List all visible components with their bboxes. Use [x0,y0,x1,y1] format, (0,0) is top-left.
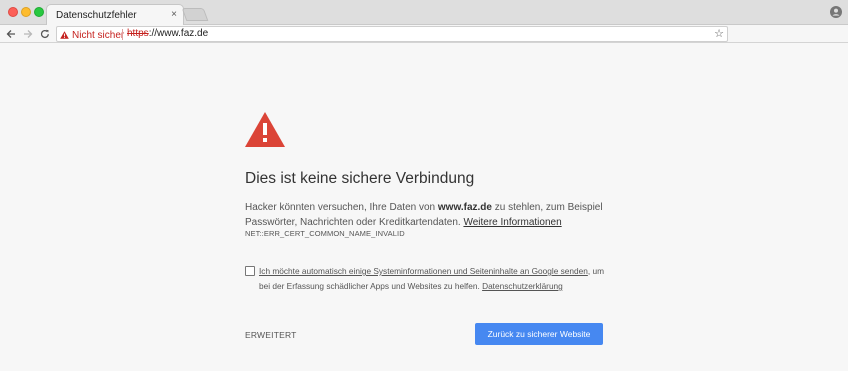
report-checkbox[interactable] [245,266,255,276]
minimize-window-button[interactable] [21,7,31,17]
new-tab-button[interactable] [181,8,209,21]
error-code: NET::ERR_CERT_COMMON_NAME_INVALID [245,229,405,238]
security-indicator[interactable]: Nicht sicher [60,29,124,41]
learn-more-link[interactable]: Weitere Informationen [463,217,561,228]
interstitial-page: Dies ist keine sichere Verbindung Hacker… [0,44,848,371]
arrow-right-icon [24,30,33,38]
toolbar: Nicht sicher https://www.faz.de ☆ [0,25,848,43]
tab-active[interactable]: Datenschutzfehler × [46,4,184,26]
arrow-left-icon [6,30,15,38]
warning-triangle-icon [245,112,285,147]
back-to-safety-button[interactable]: Zurück zu sicherer Website [475,323,603,345]
profile-icon[interactable] [830,6,842,18]
bookmark-star-icon[interactable]: ☆ [714,27,724,40]
back-button[interactable] [4,27,18,41]
reload-icon [40,29,49,39]
url-scheme: https [127,28,149,39]
omnibox-separator [122,29,123,40]
security-label: Nicht sicher [72,29,125,41]
explanation-pre: Hacker könnten versuchen, Ihre Daten von [245,202,438,213]
address-bar[interactable]: Nicht sicher https://www.faz.de ☆ [56,26,728,42]
tab-title: Datenschutzfehler [56,10,137,21]
advanced-button[interactable]: ERWEITERT [245,330,297,340]
forward-button[interactable] [21,27,35,41]
explanation-domain: www.faz.de [437,202,492,213]
privacy-policy-link[interactable]: Datenschutzerklärung [482,281,563,291]
close-window-button[interactable] [8,7,18,17]
url-text[interactable]: https://www.faz.de [127,28,208,39]
url-host: ://www.faz.de [148,28,209,39]
explanation-text: Hacker könnten versuchen, Ihre Daten von… [245,200,605,230]
warning-triangle-icon [60,31,69,39]
tab-strip: Datenschutzfehler × [0,0,848,26]
report-optin-text: Ich möchte automatisch einige Systeminfo… [259,264,609,294]
optin-link[interactable]: Ich möchte automatisch einige Systeminfo… [259,266,588,276]
page-title: Dies ist keine sichere Verbindung [245,170,475,187]
tab-close-icon[interactable]: × [171,9,177,21]
zoom-window-button[interactable] [34,7,44,17]
reload-button[interactable] [38,27,52,41]
